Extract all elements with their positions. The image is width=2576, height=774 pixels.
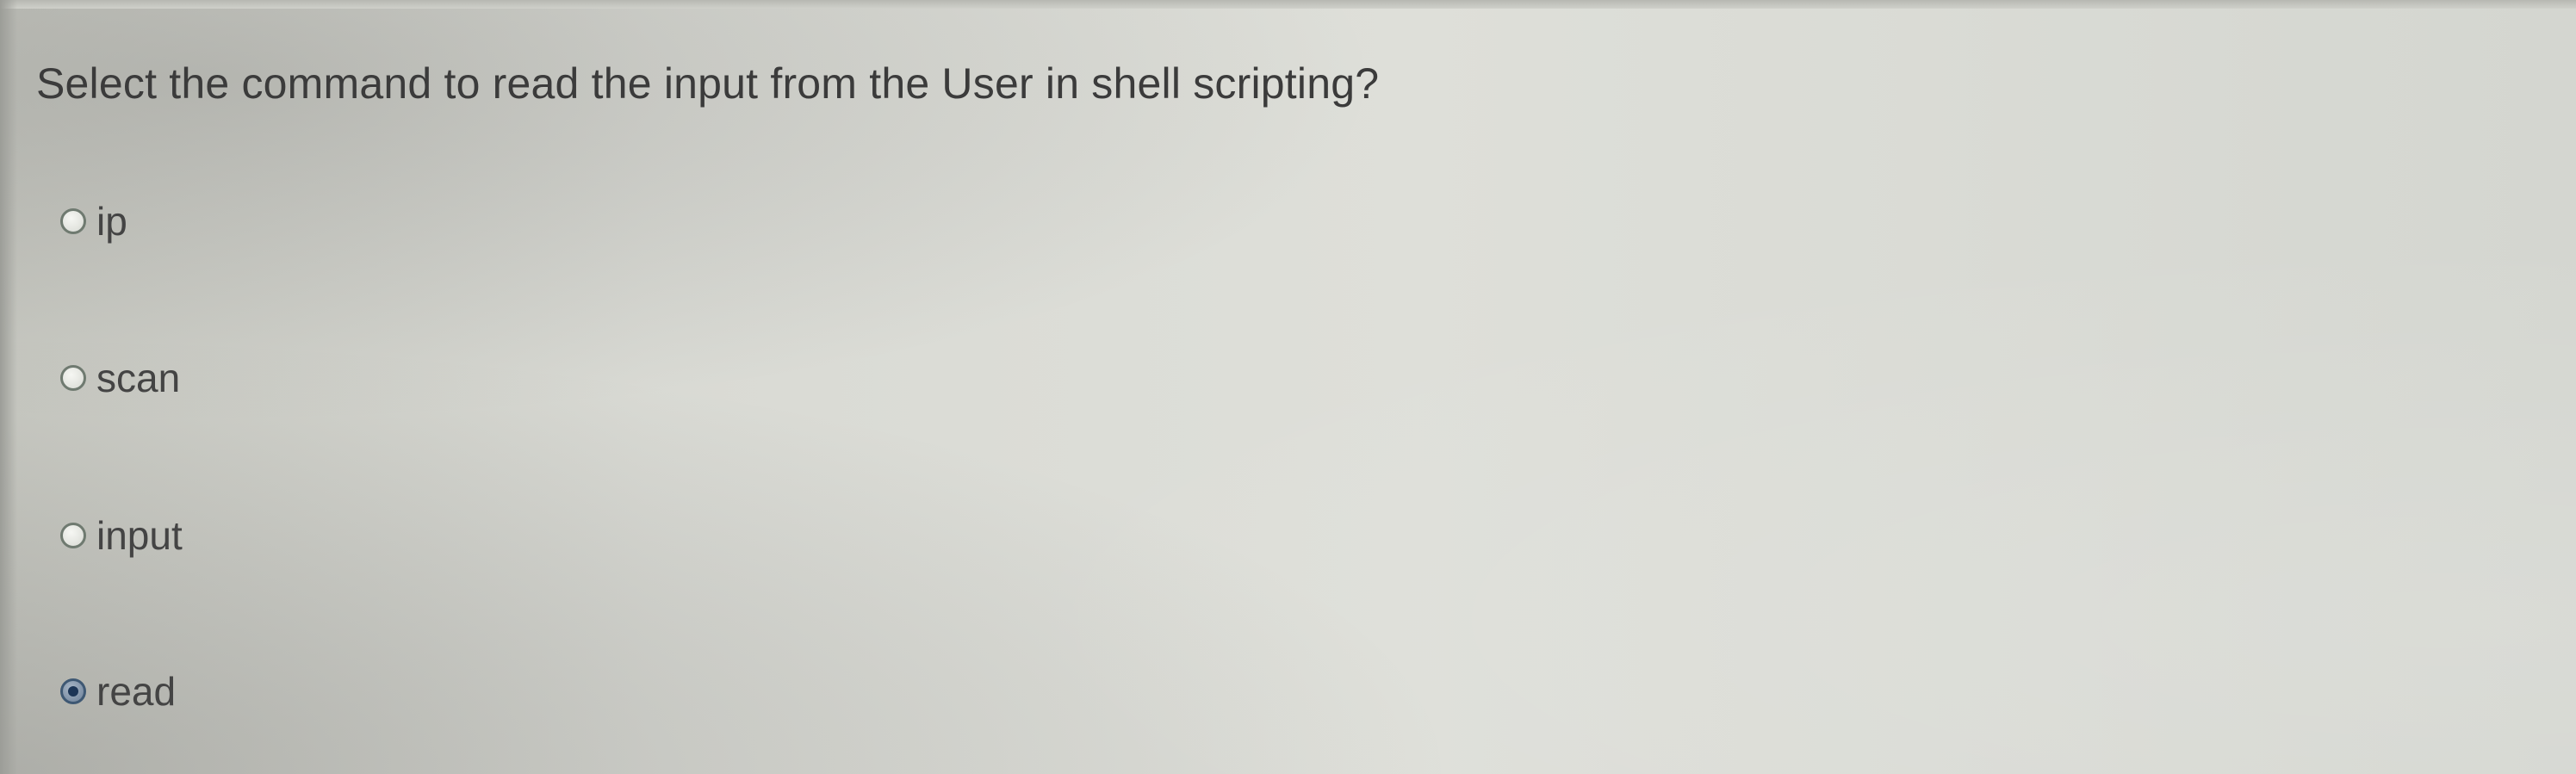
option-label: read	[96, 669, 177, 714]
option-label: input	[96, 513, 183, 558]
question-text: Select the command to read the input fro…	[36, 59, 1380, 108]
option-label: scan	[96, 356, 181, 400]
quiz-panel: Select the command to read the input fro…	[0, 0, 2576, 774]
panel-edge	[0, 0, 17, 774]
radio-button[interactable]	[60, 365, 86, 391]
option-label: ip	[96, 199, 127, 244]
radio-button[interactable]	[60, 523, 86, 548]
option-read[interactable]: read	[60, 668, 176, 715]
radio-button-selected[interactable]	[60, 678, 86, 704]
top-divider	[0, 0, 2576, 9]
option-input[interactable]: input	[60, 512, 183, 559]
radio-button[interactable]	[60, 208, 86, 234]
option-scan[interactable]: scan	[60, 355, 180, 401]
option-ip[interactable]: ip	[60, 198, 127, 245]
